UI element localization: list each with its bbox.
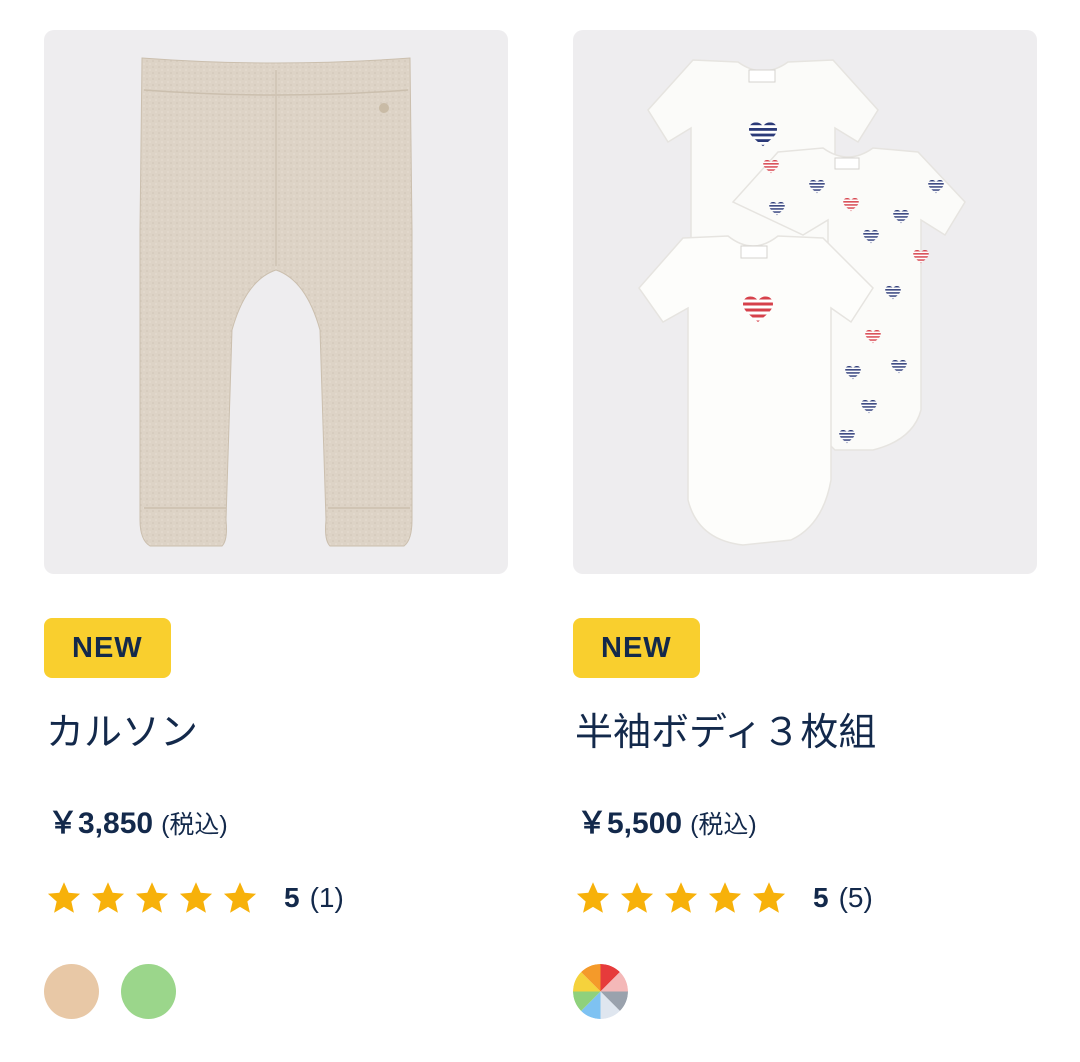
product-image-leggings[interactable] [44, 30, 508, 574]
tax-label: (税込) [690, 811, 757, 839]
star-icon [135, 882, 169, 913]
new-badge: NEW [44, 618, 171, 678]
green-swatch[interactable] [121, 964, 176, 1019]
price-row: ￥3,850 (税込) [48, 802, 228, 851]
product-card-leggings[interactable]: NEW カルソン ￥3,850 (税込) 5 (1) [44, 30, 508, 1019]
product-card-bodysuits[interactable]: NEW 半袖ボディ３枚組 ￥5,500 (税込) 5 (5) [573, 30, 1037, 1019]
star-icon [708, 882, 742, 913]
star-icon [620, 882, 654, 913]
rating-row[interactable]: 5 (1) [46, 878, 344, 918]
rating-stars [46, 880, 258, 916]
product-name[interactable]: 半袖ボディ３枚組 [575, 706, 876, 760]
product-image-bodysuits[interactable] [573, 30, 1037, 574]
review-count: (5) [838, 882, 873, 913]
product-grid: NEW カルソン ￥3,850 (税込) 5 (1) NEW 半袖ボディ３枚組 … [0, 0, 1080, 1062]
review-count: (1) [309, 882, 344, 913]
tax-label: (税込) [161, 811, 228, 839]
star-icon [47, 882, 81, 913]
rating-value: 5 [813, 882, 829, 913]
star-icon [664, 882, 698, 913]
multicolor-swatch[interactable] [573, 964, 628, 1019]
price-row: ￥5,500 (税込) [577, 802, 757, 851]
color-swatches [573, 964, 628, 1019]
product-name[interactable]: カルソン [46, 706, 198, 760]
new-badge: NEW [573, 618, 700, 678]
star-icon [223, 882, 257, 913]
rating-stars [575, 880, 787, 916]
star-icon [179, 882, 213, 913]
product-price: ￥3,850 [48, 807, 154, 840]
star-icon [91, 882, 125, 913]
bodysuits-image [638, 59, 966, 546]
rating-value: 5 [284, 882, 300, 913]
star-icon [576, 882, 610, 913]
star-icon [752, 882, 786, 913]
beige-swatch[interactable] [44, 964, 99, 1019]
color-swatches [44, 964, 176, 1019]
product-price: ￥5,500 [577, 807, 683, 840]
rating-row[interactable]: 5 (5) [575, 878, 873, 918]
leggings-image [139, 57, 413, 547]
